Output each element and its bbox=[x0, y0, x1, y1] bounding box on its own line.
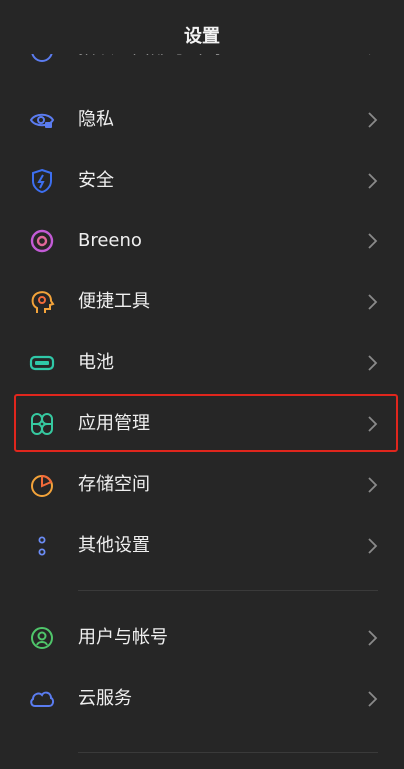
user-account-icon bbox=[29, 625, 55, 651]
chevron-right-icon bbox=[366, 172, 378, 190]
settings-item-users-accounts[interactable]: 用户与帐号 bbox=[0, 607, 404, 668]
battery-icon bbox=[29, 350, 55, 376]
section-divider bbox=[78, 752, 378, 753]
chevron-right-icon bbox=[366, 537, 378, 555]
header-bar: 设置 bbox=[0, 0, 404, 54]
settings-item-storage[interactable]: 存储空间 bbox=[0, 454, 404, 515]
chevron-right-icon bbox=[366, 354, 378, 372]
settings-item-breeno[interactable]: Breeno bbox=[0, 210, 404, 271]
settings-item-label: 其他设置 bbox=[78, 535, 150, 556]
settings-item-security[interactable]: 安全 bbox=[0, 150, 404, 211]
settings-item-label: 安全 bbox=[78, 170, 114, 191]
chevron-right-icon bbox=[366, 690, 378, 708]
shield-bolt-icon bbox=[29, 168, 55, 194]
settings-item-privacy[interactable]: 隐私 bbox=[0, 89, 404, 150]
settings-item-label: 云服务 bbox=[78, 688, 132, 709]
chevron-right-icon bbox=[366, 415, 378, 433]
chevron-right-icon bbox=[366, 111, 378, 129]
settings-item-label: 存储空间 bbox=[78, 474, 150, 495]
settings-screen: 指纹、面部与密码 设置 隐私 安全 bbox=[0, 0, 404, 769]
settings-item-convenience-tools[interactable]: 便捷工具 bbox=[0, 271, 404, 332]
settings-item-app-management[interactable]: 应用管理 bbox=[0, 393, 404, 454]
settings-item-battery[interactable]: 电池 bbox=[0, 332, 404, 393]
app-grid-icon bbox=[29, 411, 55, 437]
eye-lock-icon bbox=[29, 107, 55, 133]
settings-item-label: 应用管理 bbox=[78, 413, 150, 434]
head-gear-icon bbox=[29, 289, 55, 315]
settings-item-label: 隐私 bbox=[78, 109, 114, 130]
more-dots-icon bbox=[29, 533, 55, 559]
chevron-right-icon bbox=[366, 232, 378, 250]
chevron-right-icon bbox=[366, 476, 378, 494]
pie-chart-icon bbox=[29, 472, 55, 498]
settings-item-label: 用户与帐号 bbox=[78, 627, 168, 648]
settings-item-other-settings[interactable]: 其他设置 bbox=[0, 515, 404, 576]
settings-item-label: 便捷工具 bbox=[78, 291, 150, 312]
section-divider bbox=[78, 590, 378, 591]
page-title: 设置 bbox=[184, 26, 220, 47]
settings-item-label: Breeno bbox=[78, 230, 142, 251]
chevron-right-icon bbox=[366, 293, 378, 311]
settings-item-cloud-service[interactable]: 云服务 bbox=[0, 668, 404, 729]
chevron-right-icon bbox=[366, 629, 378, 647]
breeno-ring-icon bbox=[29, 228, 55, 254]
cloud-icon bbox=[29, 686, 55, 712]
settings-item-label: 电池 bbox=[78, 352, 114, 373]
